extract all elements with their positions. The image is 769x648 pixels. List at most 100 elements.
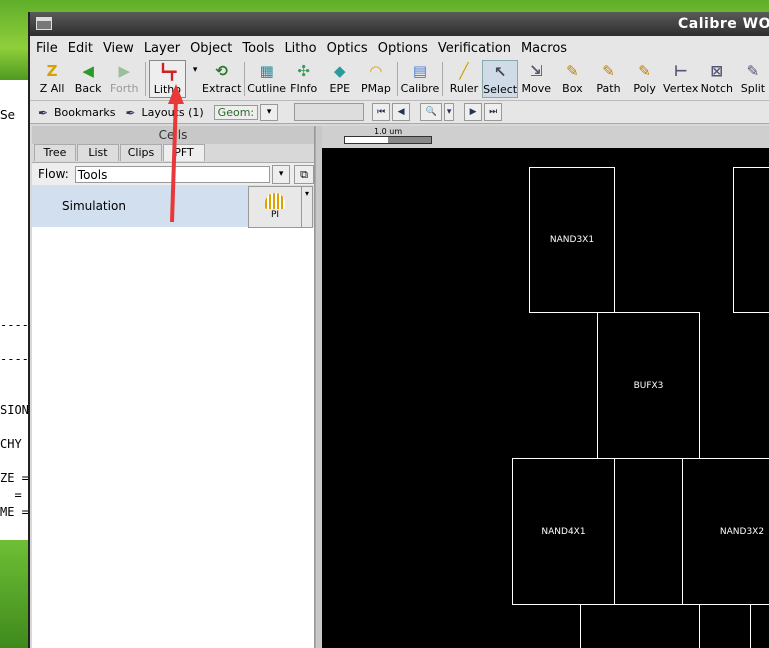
pi-button[interactable]: PI [248,186,302,228]
litho-icon: ┗┳ [158,63,177,81]
calibre-button[interactable]: ▤ Calibre [401,60,440,98]
geom-dropdown-icon[interactable]: ▾ [260,103,279,121]
simulation-row[interactable]: Simulation PI ▾ [32,185,314,228]
layout-cell[interactable] [750,604,769,648]
menu-view[interactable]: View [103,41,134,56]
flow-label: Flow: [38,167,69,181]
tab-pft[interactable]: PFT [163,144,205,161]
next-page-icon[interactable]: ▶ [464,103,483,121]
menu-verification[interactable]: Verification [438,41,511,56]
select-cursor-icon: ↖ [493,63,507,81]
litho-button[interactable]: ┗┳ Litho [149,60,186,98]
layout-cell[interactable]: NAND3X2 [682,458,769,605]
geom-input[interactable] [294,103,365,121]
toolbar-separator [243,62,245,96]
split-icon: ✎ [746,62,760,80]
litho-dropdown-icon[interactable]: ▾ [188,62,203,92]
last-page-icon[interactable]: ⏭ [484,103,503,121]
path-pencil-icon: ✎ [602,62,615,80]
zoom-all-button[interactable]: ZZ All [34,60,70,98]
forth-button[interactable]: ▶ Forth [106,60,142,98]
menu-options[interactable]: Options [378,41,428,56]
layouts-button[interactable]: ✒ Layouts (1) [125,106,203,121]
terminal-line: ME = [0,505,29,519]
geom-selector[interactable]: Geom: ▾ [213,103,279,121]
pi-dropdown-icon[interactable]: ▾ [301,186,313,228]
menu-litho[interactable]: Litho [284,41,316,56]
flow-dropdown-icon[interactable]: ▾ [272,164,291,184]
finfo-icon: ✣ [297,62,310,80]
menu-edit[interactable]: Edit [68,41,93,56]
layout-cell[interactable]: BUFX3 [597,312,700,459]
ruler-button[interactable]: ╱ Ruler [446,60,482,98]
calibre-window: Calibre WO File Edit View Layer Object T… [28,12,769,648]
tab-clips[interactable]: Clips [120,144,162,161]
cutline-icon: ▦ [259,62,274,80]
vertex-button[interactable]: ⊢ Vertex [663,60,699,98]
terminal-line: Se [0,108,15,122]
prev-page-icon[interactable]: ◀ [392,103,411,121]
layout-cell[interactable]: NAND4X1 [512,458,615,605]
main-toolbar: ZZ All ◀ Back ▶ Forth ┗┳ Litho ▾ ⟲ Extract ▦… [30,60,769,101]
notch-button[interactable]: ⊠ Notch [699,60,735,98]
scale-label: 1.0 um [374,127,403,136]
extract-button[interactable]: ⟲ Extract [202,60,241,98]
menu-tools[interactable]: Tools [242,41,274,56]
terminal-line: SION [0,403,29,417]
zoom-dropdown-icon[interactable]: ▾ [444,103,455,121]
box-button[interactable]: ✎ Box [554,60,590,98]
bookmarks-button[interactable]: ✒ Bookmarks [38,106,115,121]
title-bar[interactable]: Calibre WO [30,12,769,36]
poly-pencil-icon: ✎ [638,62,651,80]
desktop-background-lower [0,540,30,648]
panel-splitter[interactable] [315,126,322,648]
path-button[interactable]: ✎ Path [590,60,626,98]
flow-row: Flow: Tools ▾ ⧉ [32,163,314,185]
epe-button[interactable]: ◆ EPE [322,60,358,98]
toolbar-separator [441,62,443,96]
window-menu-icon[interactable] [36,17,52,30]
layouts-pen-icon: ✒ [125,106,136,120]
flow-select[interactable]: Tools [74,165,271,183]
cutline-button[interactable]: ▦ Cutline [247,60,286,98]
move-button[interactable]: ⇲ Move [518,60,554,98]
first-page-icon[interactable]: ⏮ [372,103,391,121]
scale-bar [344,136,432,144]
poly-button[interactable]: ✎ Poly [627,60,663,98]
layout-canvas[interactable]: 1.0 um NAND3X1 BUFX3 NAND4X1 NAND3X2 [322,126,769,648]
zoom-search-icon[interactable]: 🔍 [420,103,443,121]
layout-cell[interactable] [614,458,683,605]
layout-cell[interactable] [733,167,769,313]
pmap-button[interactable]: ◠ PMap [358,60,394,98]
finfo-button[interactable]: ✣ FInfo [286,60,322,98]
notch-icon: ⊠ [710,62,724,80]
window-title: Calibre WO [678,16,769,32]
tab-list[interactable]: List [77,144,119,161]
back-button[interactable]: ◀ Back [70,60,106,98]
bookmark-pen-icon: ✒ [38,106,49,120]
forth-arrow-icon: ▶ [118,62,131,80]
menu-optics[interactable]: Optics [327,41,368,56]
menu-layer[interactable]: Layer [144,41,180,56]
tab-tree[interactable]: Tree [34,144,76,161]
terminal-line: ---- [0,318,29,332]
ruler-icon: ╱ [459,62,469,80]
menu-object[interactable]: Object [190,41,232,56]
simulation-label: Simulation [62,199,126,213]
layout-cell[interactable]: NAND3X1 [529,167,615,313]
panel-tabs: Tree List Clips PFT [32,144,314,163]
back-arrow-icon: ◀ [82,62,94,80]
layout-cell[interactable] [580,604,700,648]
secondary-toolbar: ✒ Bookmarks ✒ Layouts (1) Geom: ▾ ⏮ ◀ 🔍 ▾ ▶… [30,101,769,124]
select-button[interactable]: ↖ Select [482,60,519,98]
terminal-window: Se ---- ---- SION CHY ZE = = ME = [0,80,30,540]
split-button[interactable]: ✎ Split [735,60,769,98]
menu-file[interactable]: File [36,41,58,56]
extract-icon: ⟲ [215,62,228,80]
external-link-icon[interactable]: ⧉ [294,164,314,184]
toolbar-separator [145,62,147,96]
menu-macros[interactable]: Macros [521,41,567,56]
pi-dome-icon [265,193,285,209]
terminal-line: ---- [0,352,29,366]
box-pencil-icon: ✎ [566,62,579,80]
